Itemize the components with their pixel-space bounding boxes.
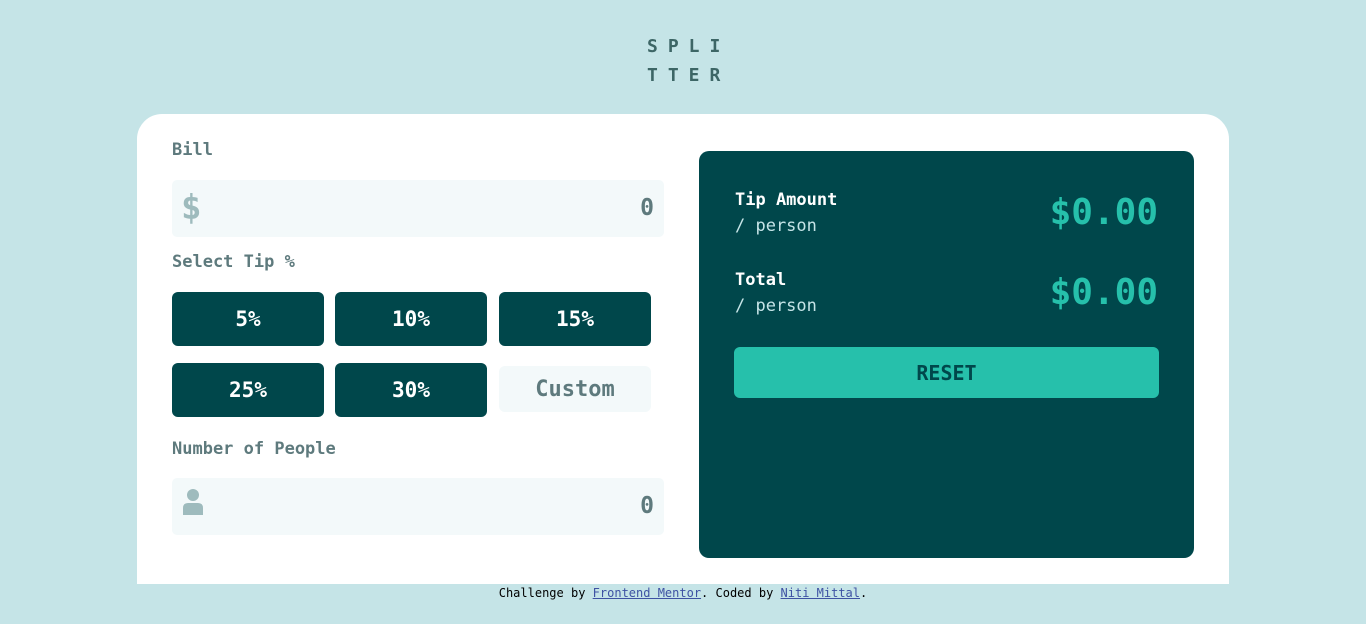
total-sub: / person: [735, 296, 817, 316]
calculator-card: Bill $ 0 Select Tip % 5% 10% 15% 25% 30%…: [137, 114, 1229, 584]
tip-button-25[interactable]: 25%: [172, 363, 324, 417]
logo-line-2: TTER: [647, 65, 731, 86]
footer-suffix: .: [860, 586, 868, 600]
author-link[interactable]: Niti Mittal: [781, 586, 860, 600]
bill-label: Bill: [172, 140, 213, 160]
tip-amount-sub: / person: [735, 216, 817, 236]
people-label: Number of People: [172, 439, 336, 459]
total-value: $0.00: [1049, 272, 1158, 313]
frontend-mentor-link[interactable]: Frontend Mentor: [593, 586, 701, 600]
tip-button-5[interactable]: 5%: [172, 292, 324, 346]
tip-button-15[interactable]: 15%: [499, 292, 651, 346]
tip-amount-label: Tip Amount: [735, 190, 838, 210]
bill-value: 0: [640, 195, 654, 221]
tip-amount-value: $0.00: [1049, 192, 1158, 233]
select-tip-label: Select Tip %: [172, 252, 295, 272]
reset-button[interactable]: RESET: [734, 347, 1159, 398]
bill-input[interactable]: $ 0: [172, 180, 664, 237]
custom-tip-input[interactable]: Custom: [499, 366, 651, 412]
tip-button-10[interactable]: 10%: [335, 292, 487, 346]
results-panel: Tip Amount / person $0.00 Total / person…: [699, 151, 1194, 558]
person-icon: [182, 488, 204, 516]
app-logo: SPLI TTER: [647, 32, 727, 90]
tip-button-30[interactable]: 30%: [335, 363, 487, 417]
attribution-footer: Challenge by Frontend Mentor. Coded by N…: [0, 586, 1366, 600]
logo-line-1: SPLI: [647, 36, 731, 57]
footer-prefix: Challenge by: [498, 586, 586, 600]
people-input[interactable]: 0: [172, 478, 664, 535]
people-value: 0: [640, 493, 654, 519]
dollar-icon: $: [181, 188, 202, 228]
footer-middle: . Coded by: [701, 586, 774, 600]
total-label: Total: [735, 270, 787, 290]
